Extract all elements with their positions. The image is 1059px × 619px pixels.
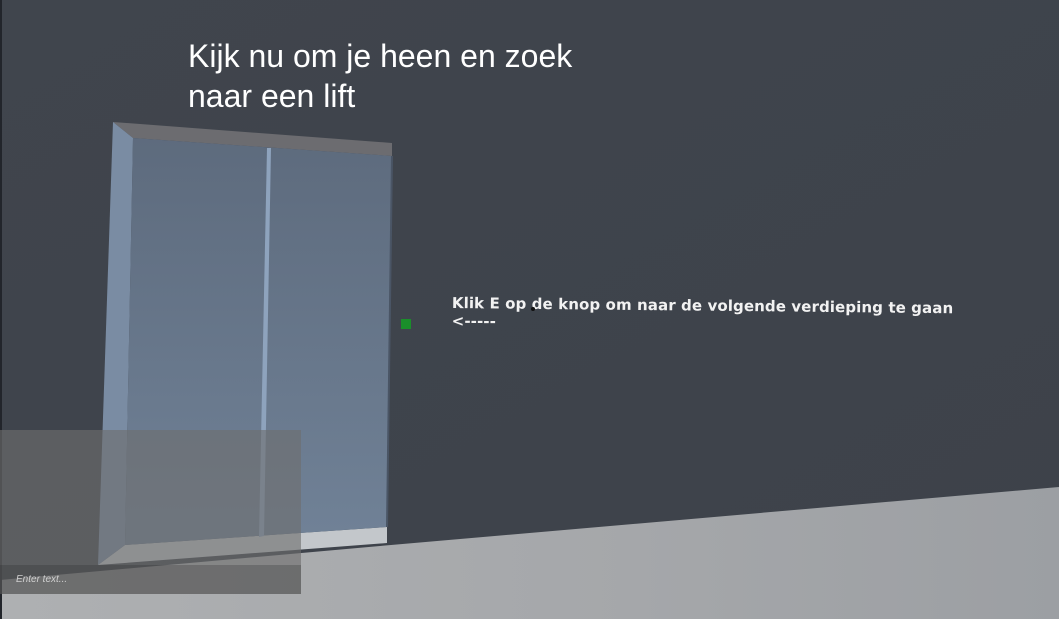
objective-line-2: naar een lift	[188, 78, 356, 114]
crosshair	[531, 307, 535, 311]
chat-log-panel	[0, 430, 301, 565]
elevator-button-marker[interactable]	[401, 319, 411, 329]
interaction-hint: Klik E op de knop om naar de volgende ve…	[452, 294, 1012, 336]
objective-text: Kijk nu om je heen en zoek naar een lift	[188, 36, 648, 116]
chat-input[interactable]	[0, 565, 301, 594]
objective-line-1: Kijk nu om je heen en zoek	[188, 38, 573, 74]
